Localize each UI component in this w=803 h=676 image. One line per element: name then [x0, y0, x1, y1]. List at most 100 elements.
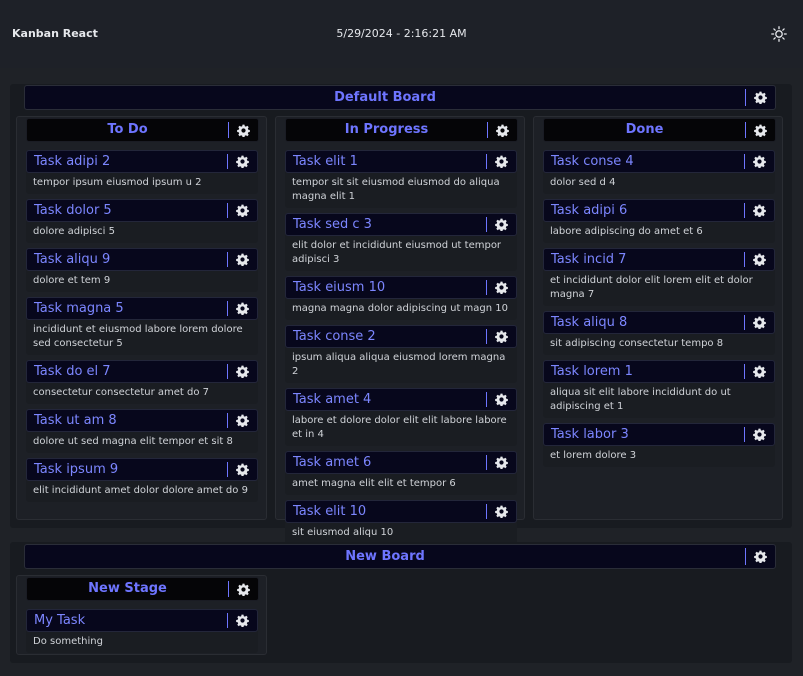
task-card[interactable]: Task dolor 5 dolore adipisci 5 — [26, 199, 258, 243]
task-title[interactable]: Task conse 2 — [293, 326, 376, 347]
gear-icon — [494, 393, 508, 406]
task-title[interactable]: Task adipi 6 — [551, 200, 627, 221]
task-settings-button[interactable] — [744, 200, 774, 221]
task-title[interactable]: Task incid 7 — [551, 249, 626, 270]
task-card[interactable]: Task amet 6 amet magna elit elit et tempo… — [285, 451, 517, 495]
task-settings-button[interactable] — [744, 151, 774, 172]
task-description: dolore et tem 9 — [33, 275, 111, 286]
task-title[interactable]: Task dolor 5 — [34, 200, 112, 221]
task-card[interactable]: Task elit 1 tempor sit sit eiusmod eiusmo… — [285, 150, 517, 208]
task-card[interactable]: Task eiusm 10 magna magna dolor adipiscin… — [285, 276, 517, 320]
gear-icon — [236, 124, 250, 137]
task-title[interactable]: Task magna 5 — [34, 298, 124, 319]
board-default: Default Board To Do Task adipi 2 tempor i… — [10, 84, 792, 544]
column-to-do: To Do Task adipi 2 tempor ipsum eiusmod i… — [16, 116, 267, 520]
task-card-header: Task elit 1 — [285, 150, 517, 173]
task-card-header: Task amet 6 — [285, 451, 517, 474]
task-description: incididunt et eiusmod labore lorem dolor… — [33, 324, 243, 349]
task-settings-button[interactable] — [227, 459, 257, 480]
board-settings-button[interactable] — [745, 545, 775, 568]
task-card[interactable]: Task sed c 3 elit dolor et incididunt eiu… — [285, 213, 517, 271]
task-settings-button[interactable] — [486, 452, 516, 473]
task-card[interactable]: Task amet 4 labore et dolore dolor elit e… — [285, 388, 517, 446]
theme-toggle-button[interactable] — [769, 24, 789, 44]
gear-icon — [235, 204, 249, 217]
task-title[interactable]: My Task — [34, 610, 85, 631]
task-card[interactable]: My Task Do something — [26, 609, 258, 653]
task-title[interactable]: Task aliqu 9 — [34, 249, 110, 270]
task-settings-button[interactable] — [486, 214, 516, 235]
column-done: Done Task conse 4 dolor sed d 4 Task adipi… — [533, 116, 783, 520]
task-settings-button[interactable] — [227, 151, 257, 172]
task-title[interactable]: Task lorem 1 — [551, 361, 633, 382]
task-description: elit incididunt amet dolor dolore amet d… — [33, 485, 248, 496]
task-title[interactable]: Task adipi 2 — [34, 151, 110, 172]
task-title[interactable]: Task conse 4 — [551, 151, 634, 172]
task-card[interactable]: Task elit 10 sit eiusmod aliqu 10 — [285, 500, 517, 544]
task-card[interactable]: Task conse 4 dolor sed d 4 — [543, 150, 775, 194]
task-card[interactable]: Task incid 7 et incididunt dolor elit lor… — [543, 248, 775, 306]
task-card[interactable]: Task conse 2 ipsum aliqua aliqua eiusmod … — [285, 325, 517, 383]
task-title[interactable]: Task elit 1 — [293, 151, 358, 172]
task-card[interactable]: Task ut am 8 dolore ut sed magna elit tem… — [26, 409, 258, 453]
task-card[interactable]: Task aliqu 8 sit adipiscing consectetur t… — [543, 311, 775, 355]
task-description: labore et dolore dolor elit elit labore … — [292, 415, 507, 440]
task-title[interactable]: Task eiusm 10 — [293, 277, 385, 298]
task-title[interactable]: Task sed c 3 — [293, 214, 372, 235]
task-card[interactable]: Task labor 3 et lorem dolore 3 — [543, 423, 775, 467]
task-settings-button[interactable] — [744, 424, 774, 445]
task-settings-button[interactable] — [227, 200, 257, 221]
task-card[interactable]: Task magna 5 incididunt et eiusmod labore… — [26, 297, 258, 355]
task-card-header: Task adipi 2 — [26, 150, 258, 173]
gear-icon — [494, 281, 508, 294]
task-title[interactable]: Task elit 10 — [293, 501, 366, 522]
task-title[interactable]: Task ut am 8 — [34, 410, 117, 431]
task-settings-button[interactable] — [227, 249, 257, 270]
task-card[interactable]: Task do el 7 consectetur consectetur amet… — [26, 360, 258, 404]
task-settings-button[interactable] — [227, 361, 257, 382]
task-title[interactable]: Task ipsum 9 — [34, 459, 118, 480]
task-card-header: Task lorem 1 — [543, 360, 775, 383]
task-settings-button[interactable] — [744, 249, 774, 270]
task-card-header: Task elit 10 — [285, 500, 517, 523]
task-card-header: Task magna 5 — [26, 297, 258, 320]
task-title[interactable]: Task do el 7 — [34, 361, 111, 382]
column-settings-button[interactable] — [745, 119, 775, 141]
task-settings-button[interactable] — [486, 151, 516, 172]
task-title[interactable]: Task amet 4 — [293, 389, 371, 410]
task-settings-button[interactable] — [486, 501, 516, 522]
gear-icon — [235, 302, 249, 315]
task-title[interactable]: Task aliqu 8 — [551, 312, 627, 333]
column-title: Done — [625, 122, 664, 137]
task-description: et incididunt dolor elit lorem elit et d… — [550, 275, 753, 300]
board-title: New Board — [345, 549, 425, 564]
task-title[interactable]: Task labor 3 — [551, 424, 629, 445]
task-settings-button[interactable] — [744, 361, 774, 382]
column-settings-button[interactable] — [228, 578, 258, 600]
column-settings-button[interactable] — [228, 119, 258, 141]
task-settings-button[interactable] — [227, 410, 257, 431]
gear-icon — [235, 614, 249, 627]
task-card-header: Task aliqu 8 — [543, 311, 775, 334]
task-card-header: Task dolor 5 — [26, 199, 258, 222]
task-card[interactable]: Task aliqu 9 dolore et tem 9 — [26, 248, 258, 292]
task-card-header: Task conse 4 — [543, 150, 775, 173]
task-settings-button[interactable] — [486, 326, 516, 347]
task-settings-button[interactable] — [227, 298, 257, 319]
task-card[interactable]: Task ipsum 9 elit incididunt amet dolor d… — [26, 458, 258, 502]
board-settings-button[interactable] — [745, 86, 775, 109]
task-settings-button[interactable] — [744, 312, 774, 333]
board-new: New Board New Stage My Task Do something — [10, 542, 792, 663]
task-card[interactable]: Task adipi 2 tempor ipsum eiusmod ipsum u… — [26, 150, 258, 194]
task-settings-button[interactable] — [486, 389, 516, 410]
task-card[interactable]: Task adipi 6 labore adipiscing do amet et… — [543, 199, 775, 243]
gear-icon — [753, 91, 767, 104]
task-title[interactable]: Task amet 6 — [293, 452, 371, 473]
task-settings-button[interactable] — [227, 610, 257, 631]
column-header: Done — [543, 118, 776, 142]
board-title: Default Board — [334, 90, 436, 105]
task-card[interactable]: Task lorem 1 aliqua sit elit labore incid… — [543, 360, 775, 418]
column-settings-button[interactable] — [487, 119, 517, 141]
task-settings-button[interactable] — [486, 277, 516, 298]
task-card-header: Task sed c 3 — [285, 213, 517, 236]
